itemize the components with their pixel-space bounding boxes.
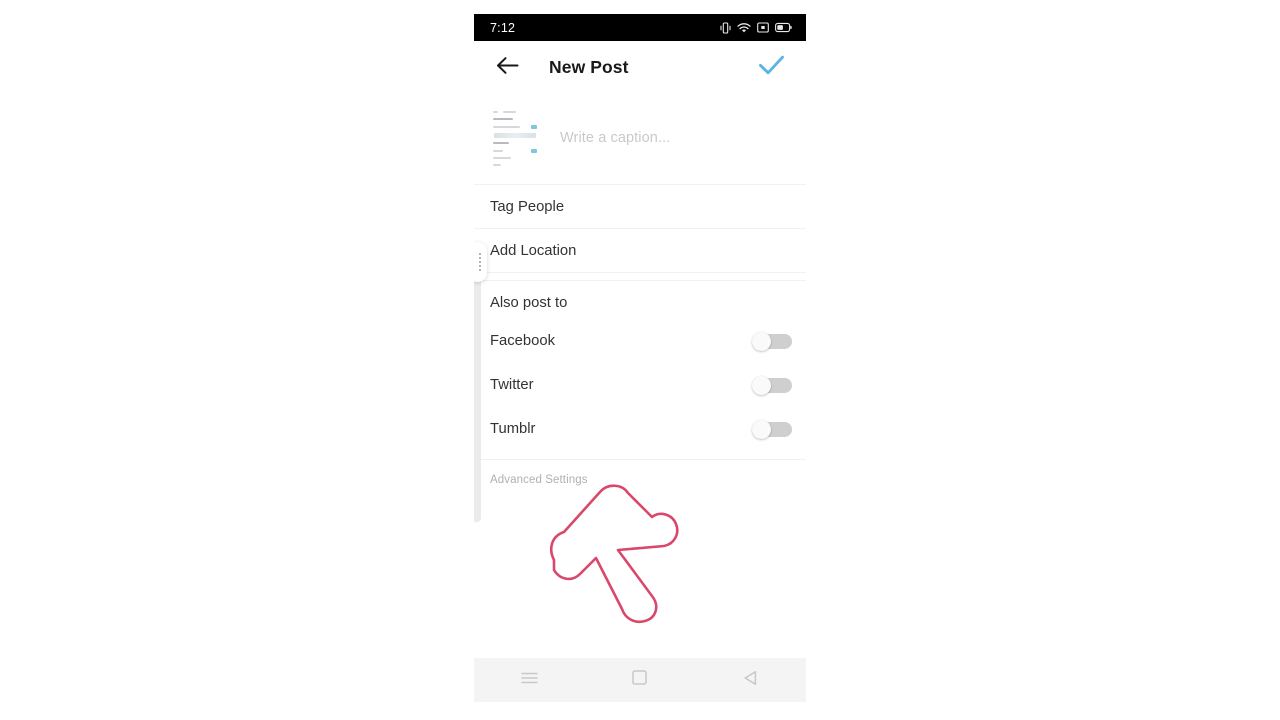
page-title: New Post [549, 57, 629, 77]
caption-input[interactable]: Write a caption... [560, 130, 670, 146]
menu-lines-icon [521, 671, 538, 690]
back-arrow-icon [496, 56, 519, 80]
thumb-line [493, 118, 513, 120]
toggle-knob [752, 376, 771, 395]
grip-dots-icon [479, 253, 481, 271]
thumb-line [493, 142, 509, 144]
vibrate-icon [720, 21, 731, 34]
recents-button[interactable] [506, 658, 552, 702]
tag-people-row[interactable]: Tag People [474, 185, 806, 229]
thumb-line [493, 126, 520, 128]
edge-gesture-handle[interactable] [474, 242, 487, 282]
toggle-knob [752, 420, 771, 439]
twitter-label: Twitter [490, 377, 534, 393]
facebook-row[interactable]: Facebook [474, 319, 806, 363]
facebook-label: Facebook [490, 333, 555, 349]
thumb-blur-line [494, 133, 536, 138]
twitter-toggle[interactable] [752, 376, 792, 395]
status-bar: 7:12 [474, 14, 806, 41]
thumb-accent-dot [531, 125, 537, 129]
facebook-toggle[interactable] [752, 332, 792, 351]
android-nav-bar [474, 658, 806, 702]
add-location-row[interactable]: Add Location [474, 229, 806, 273]
home-button[interactable] [617, 658, 663, 702]
status-icon-group [720, 21, 792, 34]
toggle-knob [752, 332, 771, 351]
checkmark-icon [758, 54, 785, 81]
thumb-line [493, 157, 511, 159]
thumb-line [493, 111, 498, 113]
screenshot-canvas: 7:12 New Post Write a caption... Tag Peo… [0, 0, 1280, 720]
tag-people-label: Tag People [490, 198, 565, 215]
phone-screen: 7:12 New Post Write a caption... Tag Peo… [474, 14, 806, 711]
back-arrow-button[interactable] [490, 51, 524, 85]
square-icon [632, 670, 648, 690]
add-location-label: Add Location [490, 242, 577, 259]
thumb-accent-dot [531, 149, 537, 153]
status-time: 7:12 [490, 20, 516, 35]
also-post-to-heading: Also post to [490, 295, 568, 311]
battery-icon [775, 22, 792, 33]
post-thumbnail[interactable] [490, 106, 544, 170]
section-divider [474, 273, 806, 281]
triangle-left-icon [743, 670, 758, 691]
tumblr-label: Tumblr [490, 421, 536, 437]
caption-row[interactable]: Write a caption... [474, 94, 806, 185]
confirm-post-button[interactable] [754, 51, 788, 85]
thumb-line [493, 150, 503, 152]
thumb-line [503, 111, 516, 113]
advanced-settings-link[interactable]: Advanced Settings [474, 460, 806, 486]
edge-gesture-strip[interactable] [474, 272, 481, 522]
wifi-icon [737, 22, 751, 34]
tumblr-toggle[interactable] [752, 420, 792, 439]
thumb-line [493, 164, 501, 166]
sim-card-icon [757, 22, 769, 33]
back-button[interactable] [728, 658, 774, 702]
twitter-row[interactable]: Twitter [474, 363, 806, 407]
app-bar: New Post [474, 41, 806, 94]
tumblr-row[interactable]: Tumblr [474, 407, 806, 451]
